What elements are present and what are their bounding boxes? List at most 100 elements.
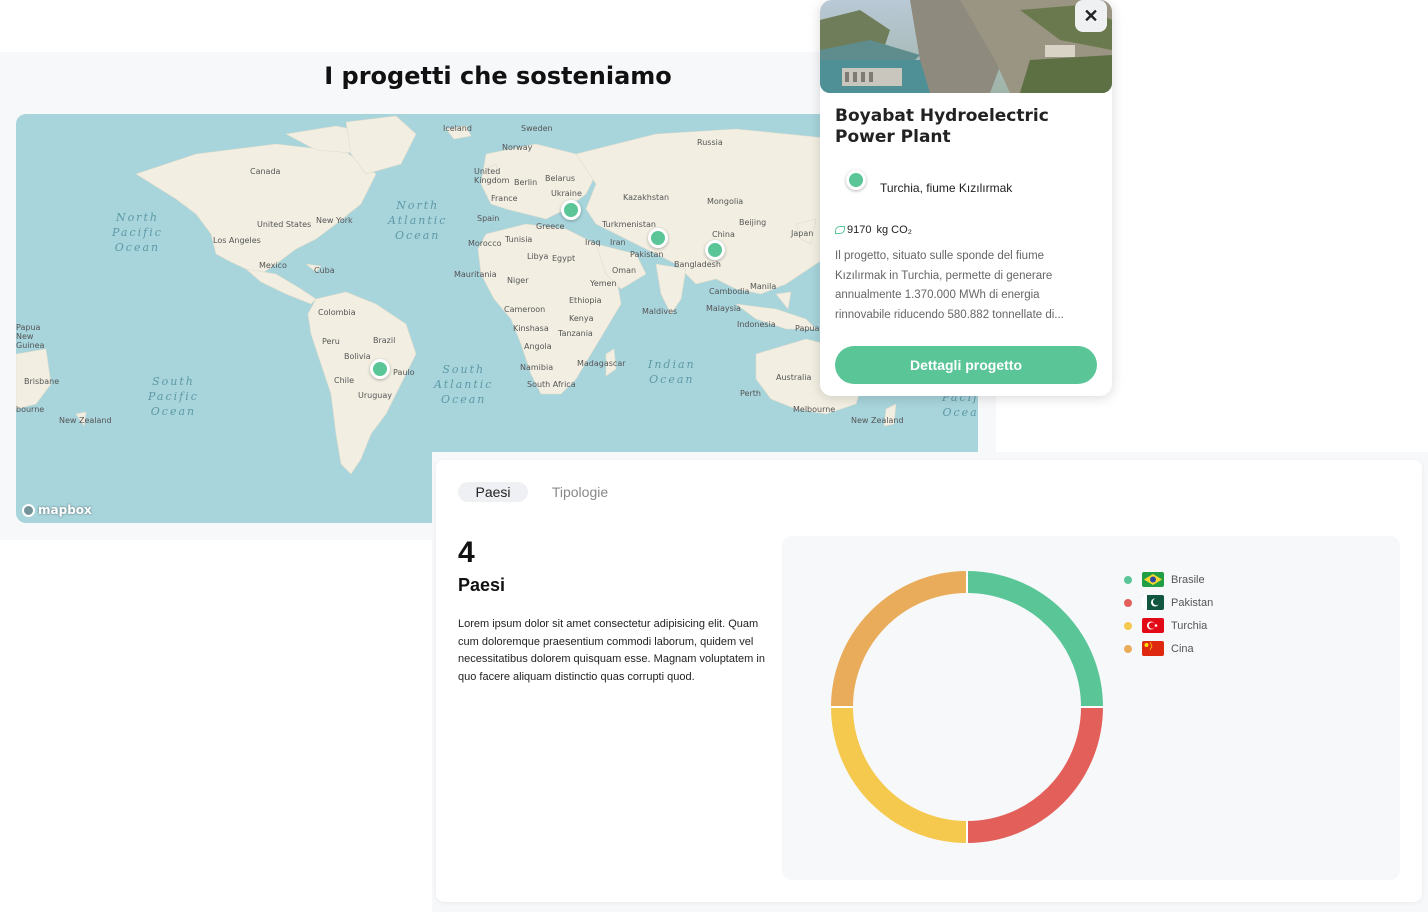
map-label: Cambodia (709, 287, 750, 296)
map-label: Mauritania (454, 270, 497, 279)
map-label: Kinshasa (513, 324, 549, 333)
map-label: United Kingdom (474, 167, 510, 185)
ocean-label: North Pacific Ocean (112, 211, 163, 254)
donut-slice-brasile[interactable] (966, 571, 1103, 708)
map-label: Manila (750, 282, 777, 291)
map-label: Angola (524, 342, 552, 351)
donut-slice-pakistan[interactable] (966, 706, 1103, 843)
map-pin-brasile[interactable] (370, 359, 394, 383)
map-label: Berlin (514, 178, 538, 187)
map-label: Canada (250, 167, 281, 176)
map-label: Morocco (468, 239, 502, 248)
map-label: New Zealand (851, 416, 904, 425)
map-label: Indonesia (737, 320, 776, 329)
legend-label: Brasile (1171, 573, 1205, 586)
stat-label: Paesi (458, 575, 506, 595)
map-label: China (712, 230, 735, 239)
stats-section: Paesi Tipologie 4 Paesi Lorem ipsum dolo… (432, 452, 1428, 912)
map-label: Maldives (642, 307, 678, 316)
map-label: Kenya (569, 314, 594, 323)
chart-panel: Brasile Pakistan Turchia Cina (782, 536, 1400, 880)
map-label: Madagascar (577, 359, 626, 368)
map-pin-pakistan[interactable] (648, 228, 672, 252)
mapbox-attribution[interactable]: mapbox (22, 503, 92, 517)
map-label: Malaysia (706, 304, 741, 313)
project-location: Turchia, fiume Kızılırmak (880, 181, 1013, 195)
legend-dot (1124, 598, 1132, 607)
map-label: Colombia (318, 308, 356, 317)
map-label: Iraq (585, 238, 601, 247)
legend-item-cina[interactable]: Cina (1124, 637, 1213, 660)
location-pin-icon (846, 170, 866, 190)
pakistan-flag-icon (1142, 595, 1164, 610)
map-label: Brazil (373, 336, 396, 345)
map-label: Brisbane (24, 377, 60, 386)
leaf-icon (835, 226, 845, 234)
map-label: Chile (334, 376, 355, 385)
map-label: Perth (740, 389, 761, 398)
map-label: bourne (16, 405, 45, 414)
map-label: Los Angeles (213, 236, 261, 245)
legend-dot (1124, 621, 1132, 630)
map-label: New York (316, 216, 353, 225)
map-label: Russia (697, 138, 723, 147)
co2-unit: kg CO₂ (876, 224, 912, 236)
chart-legend: Brasile Pakistan Turchia Cina (1124, 568, 1213, 660)
map-label: South Africa (527, 380, 576, 389)
tab-tipologie[interactable]: Tipologie (540, 482, 620, 502)
map-label: Mexico (259, 261, 287, 270)
legend-item-pakistan[interactable]: Pakistan (1124, 591, 1213, 614)
ocean-label: Indian Ocean (648, 358, 696, 386)
map-label: Niger (507, 276, 529, 285)
map-label: Namibia (520, 363, 554, 372)
map-pin-cina[interactable] (705, 240, 729, 264)
map-label: Papua New Guinea (16, 323, 45, 350)
map-label: Norway (502, 143, 533, 152)
map-label: Uruguay (358, 391, 392, 400)
map-label: Australia (776, 373, 812, 382)
legend-item-brasile[interactable]: Brasile (1124, 568, 1213, 591)
legend-label: Pakistan (1171, 596, 1214, 609)
legend-item-turchia[interactable]: Turchia (1124, 614, 1213, 637)
popup-close-button[interactable]: ✕ (1075, 0, 1107, 32)
legend-dot (1124, 644, 1132, 653)
map-label: Spain (477, 214, 500, 223)
map-label: Tanzania (558, 329, 593, 338)
map-label: Kazakhstan (623, 193, 670, 202)
map-label: Oman (612, 266, 637, 275)
ocean-label: South Atlantic Ocean (434, 363, 494, 406)
map-label: Peru (322, 337, 340, 346)
map-label: Bolivia (344, 352, 371, 361)
project-description: Il progetto, situato sulle sponde del fi… (835, 250, 1064, 321)
map-label: Cameroon (504, 305, 546, 314)
map-label: Beijing (739, 218, 767, 227)
legend-label: Turchia (1171, 619, 1208, 632)
map-label: France (491, 194, 518, 203)
map-label: United States (257, 220, 312, 229)
map-label: Paulo (393, 368, 415, 377)
tab-paesi[interactable]: Paesi (458, 482, 528, 502)
turkey-flag-icon (1142, 618, 1164, 633)
project-co2: 9170 kg CO₂ (835, 224, 912, 236)
donut-slice-turchia[interactable] (831, 706, 968, 843)
project-photo (820, 0, 1112, 93)
stat-description: Lorem ipsum dolor sit amet consectetur a… (458, 618, 765, 683)
map-label: Ukraine (551, 189, 582, 198)
map-label: Libya (527, 252, 549, 261)
map-label: Iran (610, 238, 626, 247)
project-title: Boyabat Hydroelectric Power Plant (835, 106, 1049, 147)
legend-dot (1124, 575, 1132, 584)
map-label: Egypt (552, 254, 576, 263)
map-label: Belarus (545, 174, 576, 183)
map-label: Papua (795, 324, 820, 333)
project-popup: ✕ Boyabat Hydroelectric Power Plant Turc… (820, 0, 1112, 396)
mapbox-logo-icon (22, 503, 35, 517)
legend-label: Cina (1171, 642, 1194, 655)
map-pin-turchia[interactable] (561, 200, 585, 224)
map-label: Cuba (314, 266, 335, 275)
project-details-button[interactable]: Dettagli progetto (835, 346, 1097, 384)
close-icon: ✕ (1083, 5, 1099, 26)
map-label: Sweden (521, 124, 553, 133)
donut-slice-cina[interactable] (831, 571, 968, 708)
stat-count: 4 (458, 536, 475, 569)
